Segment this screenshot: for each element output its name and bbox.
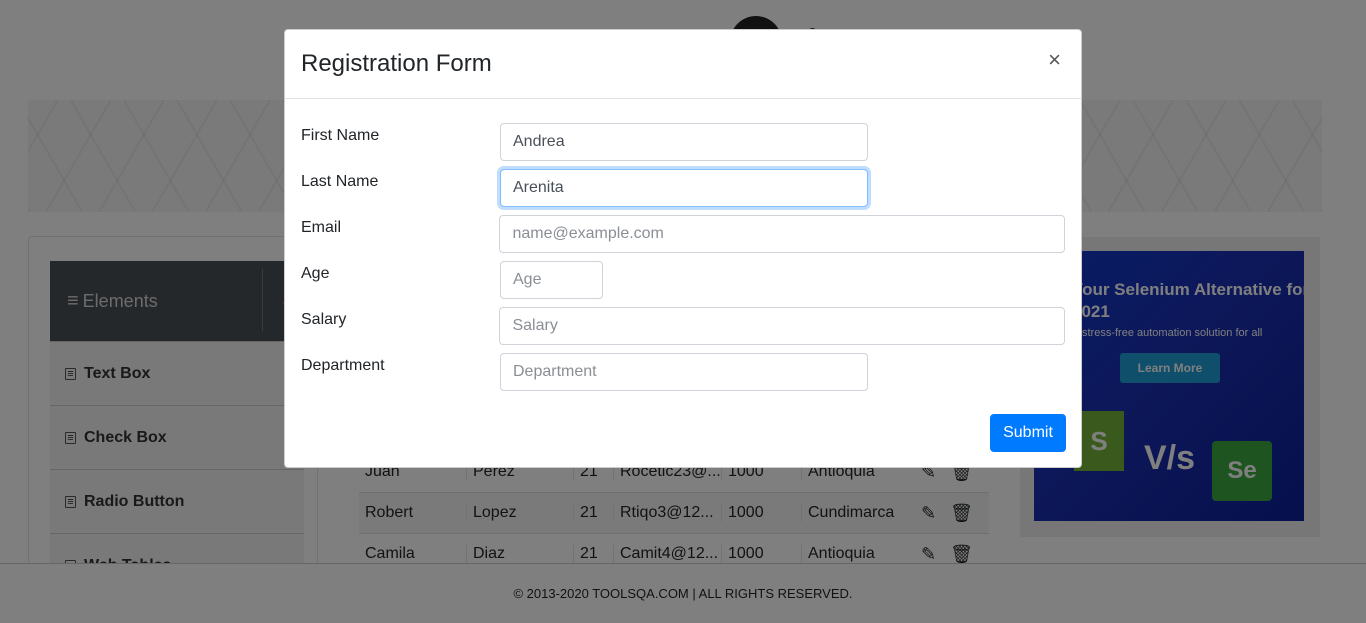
first-name-label: First Name [301, 127, 380, 144]
department-input[interactable] [500, 353, 868, 391]
department-label: Department [301, 357, 385, 374]
email-row: Email [301, 215, 1065, 261]
email-input[interactable] [499, 215, 1065, 253]
last-name-input[interactable] [500, 169, 868, 207]
email-label: Email [301, 219, 342, 236]
first-name-row: First Name [301, 123, 1065, 169]
registration-form: First Name Last Name Email Age Salary De… [285, 99, 1081, 399]
close-icon[interactable]: × [1048, 47, 1061, 73]
registration-modal: Registration Form × First Name Last Name… [284, 29, 1082, 468]
submit-button[interactable]: Submit [990, 414, 1066, 452]
modal-header: Registration Form × [285, 30, 1081, 99]
salary-row: Salary [301, 307, 1065, 353]
last-name-label: Last Name [301, 173, 379, 190]
age-label: Age [301, 265, 330, 282]
first-name-input[interactable] [500, 123, 868, 161]
last-name-row: Last Name [301, 169, 1065, 215]
salary-label: Salary [301, 311, 347, 328]
age-input[interactable] [500, 261, 603, 299]
department-row: Department [301, 353, 1065, 399]
modal-title: Registration Form [301, 50, 492, 77]
age-row: Age [301, 261, 1065, 307]
salary-input[interactable] [499, 307, 1065, 345]
